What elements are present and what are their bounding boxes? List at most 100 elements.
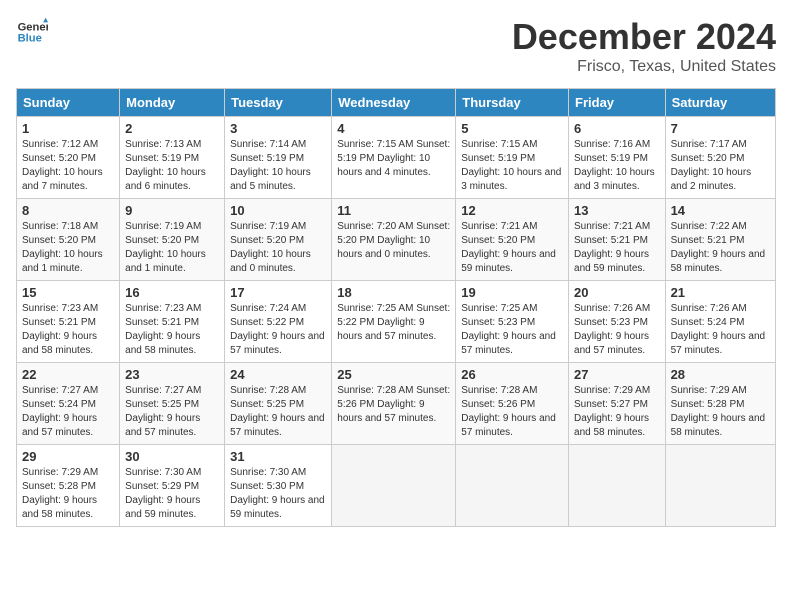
week-row-2: 8 Sunrise: 7:18 AM Sunset: 5:20 PM Daylig… (17, 199, 776, 281)
col-header-tuesday: Tuesday (225, 89, 332, 117)
day-cell: 25 Sunrise: 7:28 AM Sunset: 5:26 PM Dayli… (332, 363, 456, 445)
day-info: Sunrise: 7:28 AM Sunset: 5:25 PM Dayligh… (230, 384, 326, 440)
day-cell: 8 Sunrise: 7:18 AM Sunset: 5:20 PM Daylig… (17, 199, 120, 281)
logo-icon: General Blue (16, 16, 48, 48)
day-number: 1 (22, 121, 114, 136)
day-info: Sunrise: 7:23 AM Sunset: 5:21 PM Dayligh… (22, 302, 114, 358)
day-cell: 16 Sunrise: 7:23 AM Sunset: 5:21 PM Dayli… (120, 281, 225, 363)
day-cell: 17 Sunrise: 7:24 AM Sunset: 5:22 PM Dayli… (225, 281, 332, 363)
logo: General Blue (16, 16, 48, 48)
week-row-3: 15 Sunrise: 7:23 AM Sunset: 5:21 PM Dayli… (17, 281, 776, 363)
day-info: Sunrise: 7:27 AM Sunset: 5:24 PM Dayligh… (22, 384, 114, 440)
col-header-thursday: Thursday (456, 89, 569, 117)
day-info: Sunrise: 7:28 AM Sunset: 5:26 PM Dayligh… (337, 384, 450, 426)
day-info: Sunrise: 7:19 AM Sunset: 5:20 PM Dayligh… (230, 220, 326, 276)
day-number: 8 (22, 203, 114, 218)
day-info: Sunrise: 7:30 AM Sunset: 5:30 PM Dayligh… (230, 466, 326, 522)
day-number: 2 (125, 121, 219, 136)
col-header-saturday: Saturday (665, 89, 775, 117)
day-number: 15 (22, 285, 114, 300)
day-info: Sunrise: 7:27 AM Sunset: 5:25 PM Dayligh… (125, 384, 219, 440)
day-cell (456, 445, 569, 527)
day-info: Sunrise: 7:17 AM Sunset: 5:20 PM Dayligh… (671, 138, 770, 194)
day-cell: 10Sunrise: 7:19 AM Sunset: 5:20 PM Dayli… (225, 199, 332, 281)
day-number: 11 (337, 203, 450, 218)
day-number: 22 (22, 367, 114, 382)
day-cell: 27 Sunrise: 7:29 AM Sunset: 5:27 PM Dayli… (569, 363, 666, 445)
col-header-friday: Friday (569, 89, 666, 117)
day-cell: 28Sunrise: 7:29 AM Sunset: 5:28 PM Dayli… (665, 363, 775, 445)
header: General Blue December 2024 Frisco, Texas… (16, 16, 776, 76)
day-cell: 22 Sunrise: 7:27 AM Sunset: 5:24 PM Dayli… (17, 363, 120, 445)
day-number: 21 (671, 285, 770, 300)
calendar-header-row: SundayMondayTuesdayWednesdayThursdayFrid… (17, 89, 776, 117)
day-info: Sunrise: 7:21 AM Sunset: 5:21 PM Dayligh… (574, 220, 660, 276)
day-info: Sunrise: 7:24 AM Sunset: 5:22 PM Dayligh… (230, 302, 326, 358)
calendar-body: 1 Sunrise: 7:12 AM Sunset: 5:20 PM Daylig… (17, 117, 776, 527)
day-info: Sunrise: 7:26 AM Sunset: 5:24 PM Dayligh… (671, 302, 770, 358)
day-info: Sunrise: 7:23 AM Sunset: 5:21 PM Dayligh… (125, 302, 219, 358)
calendar-table: SundayMondayTuesdayWednesdayThursdayFrid… (16, 88, 776, 527)
day-cell: 7 Sunrise: 7:17 AM Sunset: 5:20 PM Daylig… (665, 117, 775, 199)
calendar-subtitle: Frisco, Texas, United States (512, 58, 776, 76)
day-info: Sunrise: 7:21 AM Sunset: 5:20 PM Dayligh… (461, 220, 563, 276)
day-cell: 24 Sunrise: 7:28 AM Sunset: 5:25 PM Dayli… (225, 363, 332, 445)
day-number: 29 (22, 449, 114, 464)
day-number: 20 (574, 285, 660, 300)
day-info: Sunrise: 7:15 AM Sunset: 5:19 PM Dayligh… (337, 138, 450, 180)
day-cell: 5Sunrise: 7:15 AM Sunset: 5:19 PM Daylig… (456, 117, 569, 199)
day-number: 12 (461, 203, 563, 218)
day-number: 13 (574, 203, 660, 218)
day-cell (665, 445, 775, 527)
day-cell: 30Sunrise: 7:30 AM Sunset: 5:29 PM Dayli… (120, 445, 225, 527)
day-number: 3 (230, 121, 326, 136)
day-cell: 15 Sunrise: 7:23 AM Sunset: 5:21 PM Dayli… (17, 281, 120, 363)
day-number: 26 (461, 367, 563, 382)
day-cell: 2 Sunrise: 7:13 AM Sunset: 5:19 PM Daylig… (120, 117, 225, 199)
day-number: 9 (125, 203, 219, 218)
day-cell: 19 Sunrise: 7:25 AM Sunset: 5:23 PM Dayli… (456, 281, 569, 363)
day-cell: 9 Sunrise: 7:19 AM Sunset: 5:20 PM Daylig… (120, 199, 225, 281)
svg-text:Blue: Blue (18, 33, 42, 45)
day-info: Sunrise: 7:19 AM Sunset: 5:20 PM Dayligh… (125, 220, 219, 276)
day-info: Sunrise: 7:12 AM Sunset: 5:20 PM Dayligh… (22, 138, 114, 194)
title-area: December 2024 Frisco, Texas, United Stat… (512, 16, 776, 76)
day-info: Sunrise: 7:25 AM Sunset: 5:23 PM Dayligh… (461, 302, 563, 358)
day-cell: 13 Sunrise: 7:21 AM Sunset: 5:21 PM Dayli… (569, 199, 666, 281)
day-number: 6 (574, 121, 660, 136)
day-cell: 18Sunrise: 7:25 AM Sunset: 5:22 PM Dayli… (332, 281, 456, 363)
day-cell: 11 Sunrise: 7:20 AM Sunset: 5:20 PM Dayli… (332, 199, 456, 281)
day-cell: 26Sunrise: 7:28 AM Sunset: 5:26 PM Dayli… (456, 363, 569, 445)
day-cell: 31Sunrise: 7:30 AM Sunset: 5:30 PM Dayli… (225, 445, 332, 527)
day-cell: 1 Sunrise: 7:12 AM Sunset: 5:20 PM Daylig… (17, 117, 120, 199)
day-number: 25 (337, 367, 450, 382)
day-number: 17 (230, 285, 326, 300)
day-cell: 6 Sunrise: 7:16 AM Sunset: 5:19 PM Daylig… (569, 117, 666, 199)
col-header-monday: Monday (120, 89, 225, 117)
day-number: 16 (125, 285, 219, 300)
day-info: Sunrise: 7:20 AM Sunset: 5:20 PM Dayligh… (337, 220, 450, 262)
day-info: Sunrise: 7:29 AM Sunset: 5:27 PM Dayligh… (574, 384, 660, 440)
day-number: 4 (337, 121, 450, 136)
day-number: 14 (671, 203, 770, 218)
day-cell: 4 Sunrise: 7:15 AM Sunset: 5:19 PM Daylig… (332, 117, 456, 199)
day-cell (332, 445, 456, 527)
day-info: Sunrise: 7:18 AM Sunset: 5:20 PM Dayligh… (22, 220, 114, 276)
day-number: 7 (671, 121, 770, 136)
day-info: Sunrise: 7:16 AM Sunset: 5:19 PM Dayligh… (574, 138, 660, 194)
day-number: 30 (125, 449, 219, 464)
day-info: Sunrise: 7:29 AM Sunset: 5:28 PM Dayligh… (22, 466, 114, 522)
day-cell: 23 Sunrise: 7:27 AM Sunset: 5:25 PM Dayli… (120, 363, 225, 445)
calendar-title: December 2024 (512, 16, 776, 58)
day-cell: 12 Sunrise: 7:21 AM Sunset: 5:20 PM Dayli… (456, 199, 569, 281)
day-cell: 29 Sunrise: 7:29 AM Sunset: 5:28 PM Dayli… (17, 445, 120, 527)
day-number: 24 (230, 367, 326, 382)
day-cell (569, 445, 666, 527)
day-number: 23 (125, 367, 219, 382)
week-row-1: 1 Sunrise: 7:12 AM Sunset: 5:20 PM Daylig… (17, 117, 776, 199)
day-number: 19 (461, 285, 563, 300)
day-info: Sunrise: 7:13 AM Sunset: 5:19 PM Dayligh… (125, 138, 219, 194)
day-cell: 21 Sunrise: 7:26 AM Sunset: 5:24 PM Dayli… (665, 281, 775, 363)
day-number: 27 (574, 367, 660, 382)
day-cell: 14Sunrise: 7:22 AM Sunset: 5:21 PM Dayli… (665, 199, 775, 281)
